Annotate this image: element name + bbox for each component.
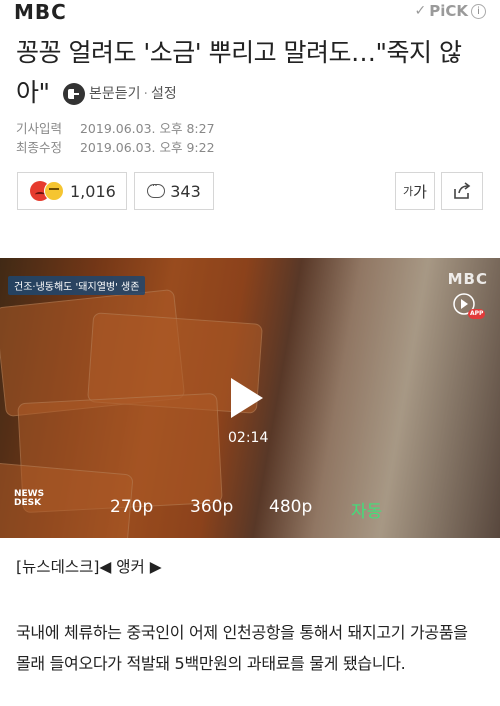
play-icon[interactable] — [231, 378, 263, 418]
check-icon: ✓ — [414, 3, 427, 19]
pick-label: PiCK — [429, 2, 468, 20]
published-label: 기사입력 — [16, 121, 63, 136]
comment-button[interactable]: 343 — [134, 172, 214, 210]
speaker-icon[interactable] — [62, 83, 85, 105]
video-watermark: MBC — [447, 270, 488, 288]
reaction-button[interactable]: 1,016 — [17, 172, 127, 210]
modified-label: 최종수정 — [16, 140, 63, 155]
anchor-line: [뉴스데스크]◀ 앵커 ▶ — [16, 558, 162, 576]
quality-auto-button[interactable]: 자동 — [351, 497, 382, 522]
quality-480p-button[interactable]: 480p — [269, 497, 312, 517]
quality-270p-button[interactable]: 270p — [110, 497, 153, 517]
font-size-small-label: 가 — [403, 185, 414, 198]
video-duration: 02:14 — [228, 430, 269, 446]
pick-badge[interactable]: ✓ PiCK i — [414, 2, 486, 20]
modified-value: 2019.06.03. 오후 9:22 — [79, 140, 215, 155]
video-caption-tag: 건조·냉동해도 '돼지열병' 생존 — [8, 276, 146, 295]
modified-date: 최종수정 2019.06.03. 오후 9:22 — [16, 137, 215, 156]
laugh-emoji-icon — [44, 181, 64, 201]
font-size-button[interactable]: 가가 — [395, 172, 435, 210]
app-badge[interactable]: APP — [452, 292, 486, 320]
article-title: 꽁꽁 얼려도 '소금' 뿌리고 말려도…"죽지 않아" 본문듣기 · 설정 — [16, 33, 486, 114]
separator: · — [143, 86, 148, 102]
video-player[interactable]: 건조·냉동해도 '돼지열병' 생존 MBC APP 02:14 NEWS DES… — [0, 258, 500, 538]
comment-bubble-icon — [147, 179, 166, 198]
settings-button[interactable]: 설정 — [151, 74, 177, 114]
info-icon[interactable]: i — [471, 3, 486, 19]
reaction-count: 1,016 — [70, 181, 116, 201]
app-label: APP — [470, 310, 484, 317]
newsdesk-line2: DESK — [14, 498, 42, 508]
quality-360p-button[interactable]: 360p — [190, 497, 233, 517]
tts-button[interactable]: 본문듣기 — [89, 74, 141, 114]
mbc-logo[interactable]: MBC — [14, 0, 67, 24]
article-body-paragraph: 국내에 체류하는 중국인이 어제 인천공항을 통해서 돼지고기 가공품을 몰래 … — [16, 623, 468, 673]
newsdesk-logo: NEWS DESK — [14, 490, 44, 508]
share-button[interactable] — [441, 172, 483, 210]
font-size-large-label: 가 — [413, 182, 427, 201]
tts-controls: 본문듣기 · 설정 — [62, 74, 177, 114]
share-icon — [454, 182, 471, 199]
comment-count: 343 — [170, 181, 201, 201]
published-value: 2019.06.03. 오후 8:27 — [79, 121, 215, 136]
published-date: 기사입력 2019.06.03. 오후 8:27 — [16, 118, 215, 137]
top-bar: MBC ✓ PiCK i — [0, 0, 500, 26]
